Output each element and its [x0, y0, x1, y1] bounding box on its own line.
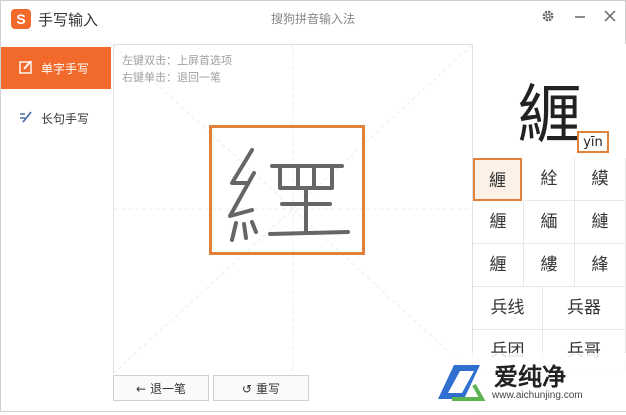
candidate-cell[interactable]: 緾 — [473, 244, 524, 287]
candidate-cell[interactable]: 縸 — [575, 158, 626, 201]
writing-canvas[interactable]: 左键双击：上屏首选项 右键单击：退回一笔 — [113, 44, 472, 373]
hint-double-click: 左键双击：上屏首选项 — [122, 54, 232, 67]
watermark: 爱纯净 www.aichunjing.com — [426, 353, 626, 411]
stroke-highlight-box — [209, 125, 365, 255]
handwriting-window: S 手写输入 搜狗拼音输入法 单字手写 长句手写 左键双击：上屏首选项 右键单击… — [0, 0, 626, 412]
sidebar-item-long-sentence[interactable]: 长句手写 — [1, 97, 111, 139]
candidate-cell[interactable]: 緾 — [473, 158, 522, 201]
mode-sidebar: 单字手写 长句手写 — [1, 39, 111, 411]
handwritten-strokes — [228, 148, 350, 242]
close-icon[interactable] — [601, 9, 619, 27]
candidate-cell[interactable]: 縷 — [524, 244, 575, 287]
candidate-phrase[interactable]: 兵线 — [473, 287, 543, 330]
gear-icon[interactable] — [539, 9, 557, 27]
rewrite-label: 重写 — [255, 382, 280, 396]
hint-right-click: 右键单击：退回一笔 — [122, 71, 221, 84]
arrow-left-icon: ← — [136, 382, 147, 396]
candidate-cell[interactable]: 綘 — [575, 244, 626, 287]
pen-lines-icon — [19, 110, 33, 124]
title-bar: S 手写输入 搜狗拼音输入法 — [1, 1, 625, 39]
sidebar-item-label: 长句手写 — [41, 112, 90, 126]
rewrite-button[interactable]: ↺ 重写 — [213, 375, 309, 401]
watermark-url: www.aichunjing.com — [492, 390, 583, 401]
pencil-icon — [19, 60, 33, 74]
undo-label: 退一笔 — [149, 382, 186, 396]
pinyin-label: yīn — [577, 131, 609, 153]
sidebar-item-single-char[interactable]: 单字手写 — [1, 47, 111, 89]
candidate-cell[interactable]: 絟 — [524, 158, 575, 201]
watermark-brand: 爱纯净 — [494, 363, 566, 391]
candidate-cell[interactable]: 緬 — [524, 201, 575, 244]
candidate-cell[interactable]: 緾 — [473, 201, 524, 244]
candidate-phrase[interactable]: 兵器 — [543, 287, 626, 330]
window-caption: 搜狗拼音输入法 — [270, 12, 355, 26]
undo-stroke-button[interactable]: ← 退一笔 — [113, 375, 209, 401]
sidebar-item-label: 单字手写 — [41, 62, 90, 76]
minimize-icon[interactable] — [571, 9, 589, 27]
candidate-cell[interactable]: 縺 — [575, 201, 626, 244]
refresh-icon: ↺ — [242, 382, 253, 396]
